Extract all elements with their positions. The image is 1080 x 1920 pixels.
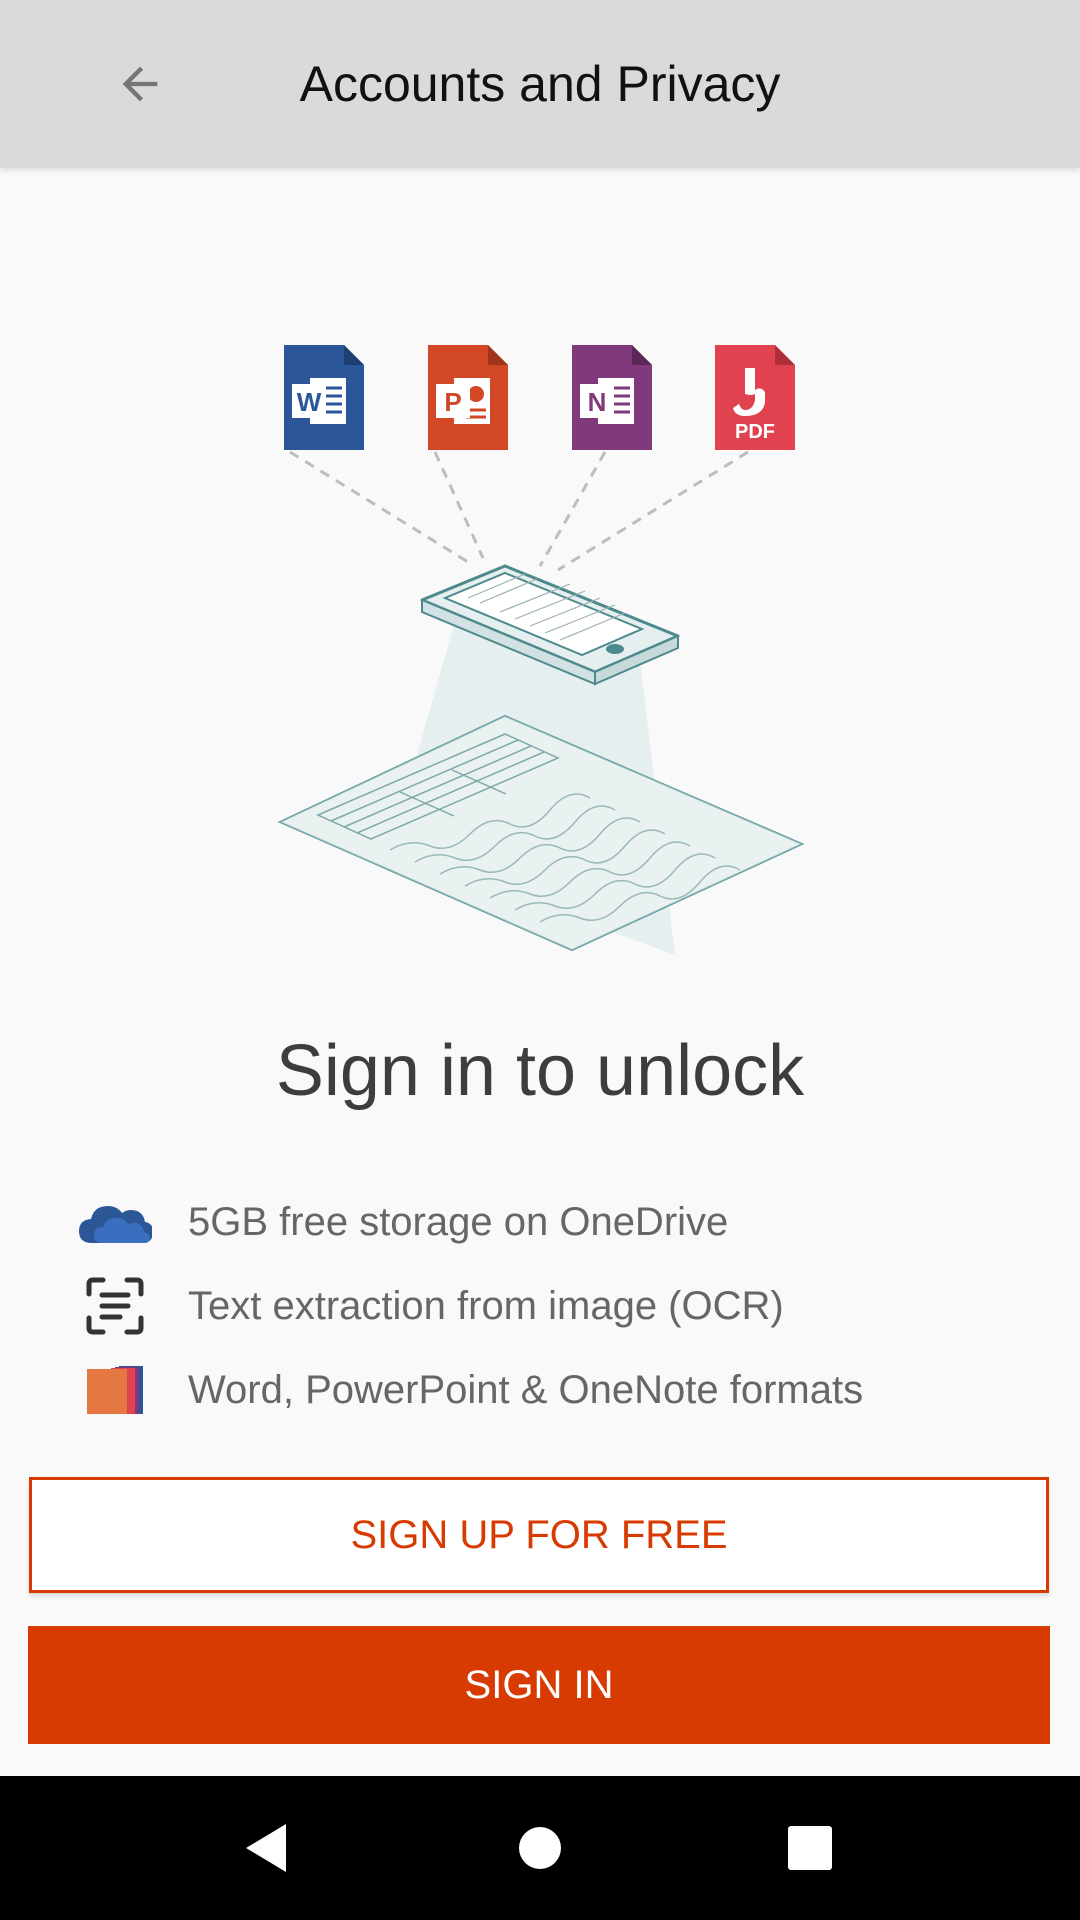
back-button[interactable]	[100, 44, 180, 124]
powerpoint-file-icon: P	[428, 345, 508, 450]
feature-text: 5GB free storage on OneDrive	[188, 1199, 729, 1244]
nav-home-button[interactable]	[500, 1808, 580, 1888]
nav-recents-icon	[788, 1826, 832, 1870]
signin-headline: Sign in to unlock	[275, 1031, 805, 1111]
app-screen: Accounts and Privacy W P N PDF Sign in t…	[0, 0, 1080, 1920]
feature-text: Word, PowerPoint & OneNote formats	[188, 1367, 864, 1412]
app-bar: Accounts and Privacy	[0, 0, 1080, 168]
arrow-back-icon	[122, 66, 158, 102]
list-item: 5GB free storage on OneDrive	[0, 1180, 1080, 1264]
svg-text:N: N	[588, 387, 607, 417]
list-item: Word, PowerPoint & OneNote formats	[0, 1348, 1080, 1432]
feature-text: Text extraction from image (OCR)	[188, 1283, 784, 1328]
svg-text:PDF: PDF	[735, 421, 775, 443]
office-formats-icon	[78, 1360, 152, 1420]
nav-back-icon	[246, 1824, 286, 1872]
sign-in-button[interactable]: SIGN IN	[28, 1626, 1050, 1744]
sign-up-button[interactable]: SIGN UP FOR FREE	[29, 1477, 1049, 1593]
onedrive-cloud-icon	[78, 1192, 152, 1252]
word-file-icon: W	[284, 345, 364, 450]
hero-illustration: W P N PDF	[240, 330, 840, 970]
nav-home-icon	[519, 1827, 561, 1869]
pdf-file-icon: PDF	[715, 345, 795, 450]
onenote-file-icon: N	[572, 345, 652, 450]
nav-back-button[interactable]	[226, 1808, 306, 1888]
svg-text:W: W	[297, 387, 322, 417]
system-nav-bar	[0, 1776, 1080, 1920]
ocr-scan-icon	[78, 1276, 152, 1336]
feature-list: 5GB free storage on OneDrive Text extrac…	[0, 1180, 1080, 1432]
nav-recents-button[interactable]	[770, 1808, 850, 1888]
list-item: Text extraction from image (OCR)	[0, 1264, 1080, 1348]
svg-text:P: P	[444, 387, 461, 417]
